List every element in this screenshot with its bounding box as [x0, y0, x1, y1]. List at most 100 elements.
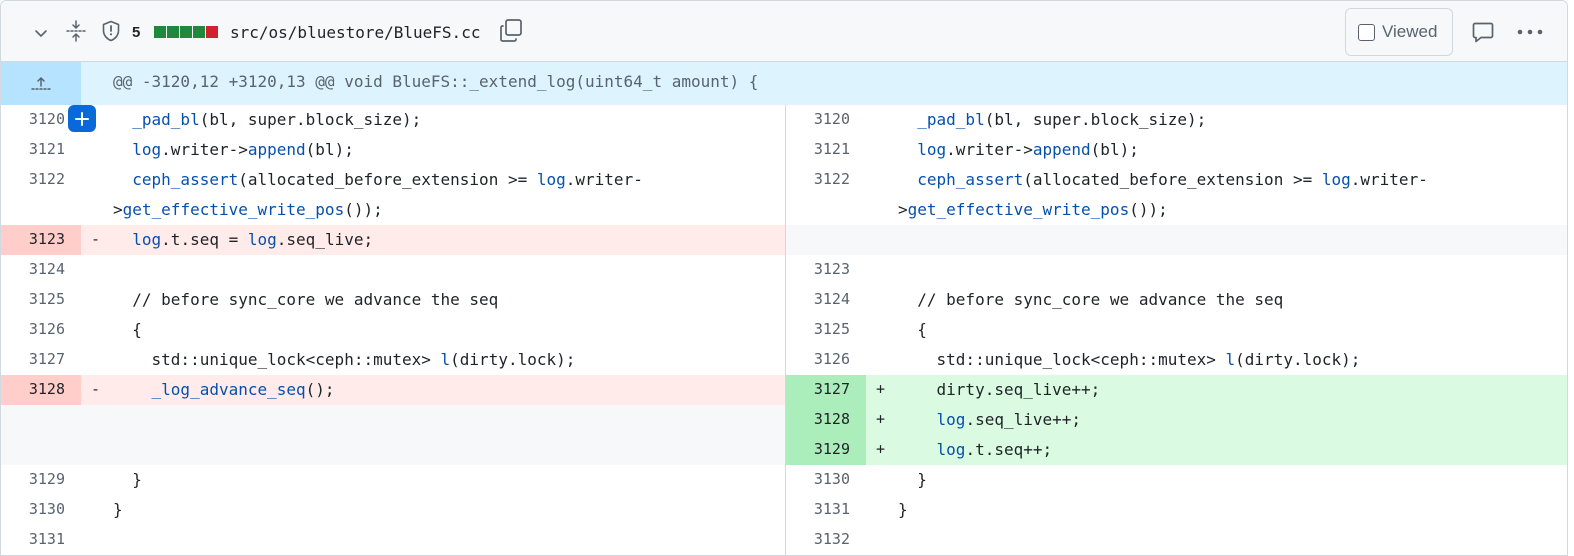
line-number[interactable]: 3125 — [1, 285, 81, 315]
diff-file-container: 5 src/os/bluestore/BlueFS.cc Viewed @@ -… — [0, 0, 1568, 556]
diff-row: 3130 } — [786, 465, 1567, 495]
code-line: } — [113, 470, 142, 489]
code-line: dirty.seq_live++; — [898, 380, 1101, 399]
line-number[interactable]: 3120 — [786, 105, 866, 135]
viewed-toggle[interactable]: Viewed — [1345, 8, 1453, 56]
diff-row: 3129 + log.t.seq++; — [786, 435, 1567, 465]
code-line: { — [113, 320, 142, 339]
expand-all-icon[interactable] — [62, 17, 90, 45]
line-number[interactable]: 3129 — [786, 435, 866, 465]
line-number[interactable]: 3122 — [1, 165, 81, 225]
copy-icon[interactable] — [497, 17, 525, 45]
line-number[interactable]: 3130 — [1, 495, 81, 525]
code-line: { — [898, 320, 927, 339]
empty-diff-row — [786, 225, 1567, 255]
diff-row: 3131 — [1, 525, 785, 555]
plus-icon — [75, 111, 89, 126]
empty-diff-row — [1, 435, 785, 465]
line-number — [1, 405, 81, 435]
code-line: _log_advance_seq(); — [151, 380, 335, 399]
viewed-label: Viewed — [1382, 22, 1438, 41]
line-number[interactable]: 3131 — [786, 495, 866, 525]
code-line: // before sync_core we advance the seq — [113, 290, 499, 309]
line-number — [1, 435, 81, 465]
shield-icon[interactable] — [97, 17, 125, 45]
hunk-header: @@ -3120,12 +3120,13 @@ void BlueFS::_ex… — [1, 62, 1567, 105]
line-number[interactable]: 3126 — [1, 315, 81, 345]
line-number — [786, 225, 866, 255]
code-line: log.writer->append(bl); — [917, 140, 1139, 159]
code-line: log.t.seq++; — [936, 440, 1053, 459]
diff-row: 3126 { — [1, 315, 785, 345]
line-number[interactable]: 3128 — [1, 375, 81, 405]
diff-row: 3125 // before sync_core we advance the … — [1, 285, 785, 315]
diff-row: 3130} — [1, 495, 785, 525]
line-number[interactable]: 3130 — [786, 465, 866, 495]
code-line: } — [898, 500, 908, 519]
line-number[interactable]: 3132 — [786, 525, 866, 555]
viewed-checkbox[interactable] — [1358, 23, 1375, 41]
line-number[interactable]: 3124 — [786, 285, 866, 315]
diff-row: 3122 ceph_assert(allocated_before_extens… — [786, 165, 1567, 225]
code-line: ceph_assert(allocated_before_extension >… — [898, 170, 1428, 219]
code-line: std::unique_lock<ceph::mutex> l(dirty.lo… — [898, 350, 1361, 369]
line-number[interactable]: 3127 — [786, 375, 866, 405]
line-number[interactable]: 3127 — [1, 345, 81, 375]
diffstat-block — [206, 26, 218, 38]
change-count: 5 — [132, 23, 141, 41]
line-number[interactable]: 3122 — [786, 165, 866, 225]
line-number[interactable]: 3121 — [786, 135, 866, 165]
diff-row: 3124 // before sync_core we advance the … — [786, 285, 1567, 315]
empty-diff-row — [1, 405, 785, 435]
diffstat-block — [167, 26, 179, 38]
code-line: log.writer->append(bl); — [132, 140, 354, 159]
diff-row: 3121 log.writer->append(bl); — [786, 135, 1567, 165]
line-number[interactable]: 3131 — [1, 525, 81, 555]
diffstat-block — [180, 26, 192, 38]
deletion-marker: - — [91, 230, 101, 248]
code-line: } — [113, 500, 123, 519]
add-comment-button[interactable] — [68, 105, 96, 132]
line-number[interactable]: 3125 — [786, 315, 866, 345]
diffstat-block — [154, 26, 166, 38]
line-number[interactable]: 3121 — [1, 135, 81, 165]
split-divider — [785, 105, 786, 555]
code-line: _pad_bl(bl, super.block_size); — [917, 110, 1207, 129]
code-line: ceph_assert(allocated_before_extension >… — [113, 170, 643, 219]
line-number[interactable]: 3128 — [786, 405, 866, 435]
diff-row: 3120 _pad_bl(bl, super.block_size); — [1, 105, 785, 135]
line-number[interactable]: 3124 — [1, 255, 81, 285]
line-number[interactable]: 3123 — [786, 255, 866, 285]
diff-row: 3129 } — [1, 465, 785, 495]
code-line: log.t.seq = log.seq_live; — [132, 230, 374, 249]
addition-marker: + — [876, 410, 886, 428]
chevron-down-icon[interactable] — [27, 19, 55, 47]
diff-row: 3131} — [786, 495, 1567, 525]
diff-row: 3122 ceph_assert(allocated_before_extens… — [1, 165, 785, 225]
diff-row: 3128 + log.seq_live++; — [786, 405, 1567, 435]
line-number[interactable]: 3129 — [1, 465, 81, 495]
code-line: std::unique_lock<ceph::mutex> l(dirty.lo… — [113, 350, 576, 369]
kebab-horizontal-icon[interactable] — [1515, 17, 1545, 47]
code-line: log.seq_live++; — [936, 410, 1082, 429]
unfold-up-icon[interactable] — [1, 62, 81, 105]
diff-row: 3120 _pad_bl(bl, super.block_size); — [786, 105, 1567, 135]
diff-row: 3123 — [786, 255, 1567, 285]
hunk-header-text: @@ -3120,12 +3120,13 @@ void BlueFS::_ex… — [113, 72, 759, 91]
diff-row: 3121 log.writer->append(bl); — [1, 135, 785, 165]
file-header: 5 src/os/bluestore/BlueFS.cc Viewed — [1, 1, 1567, 62]
diff-row: 3127 + dirty.seq_live++; — [786, 375, 1567, 405]
diff-row: 3126 std::unique_lock<ceph::mutex> l(dir… — [786, 345, 1567, 375]
diff-row: 3128- _log_advance_seq(); — [1, 375, 785, 405]
comment-icon[interactable] — [1468, 17, 1498, 47]
diffstat — [154, 26, 218, 38]
file-path-link[interactable]: src/os/bluestore/BlueFS.cc — [230, 20, 480, 44]
addition-marker: + — [876, 440, 886, 458]
line-number[interactable]: 3123 — [1, 225, 81, 255]
code-line: // before sync_core we advance the seq — [898, 290, 1284, 309]
diff-row: 3124 — [1, 255, 785, 285]
diffstat-block — [193, 26, 205, 38]
line-number[interactable]: 3126 — [786, 345, 866, 375]
code-line: _pad_bl(bl, super.block_size); — [132, 110, 422, 129]
diff-row: 3127 std::unique_lock<ceph::mutex> l(dir… — [1, 345, 785, 375]
